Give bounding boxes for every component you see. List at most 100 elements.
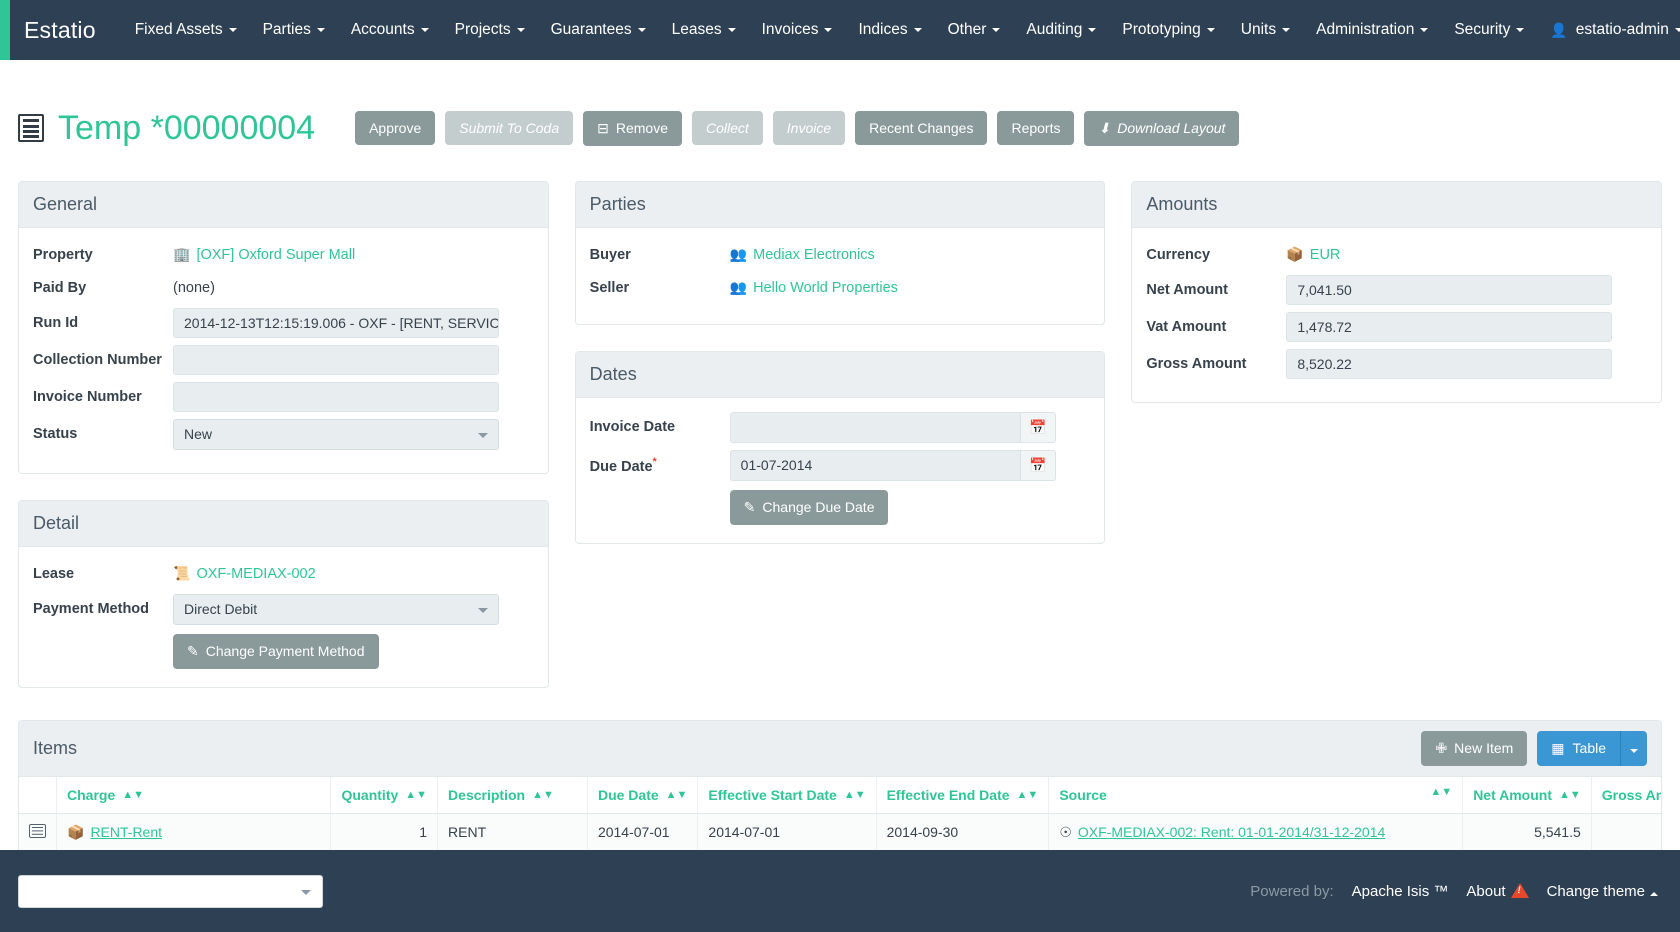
- column-header-charge[interactable]: Charge▲▼: [57, 777, 331, 814]
- page-title: Temp *00000004: [58, 109, 315, 148]
- cell-gross-amount: 6,705.22: [1591, 813, 1662, 851]
- calendar-icon[interactable]: 📅: [1020, 412, 1056, 443]
- buyer-link[interactable]: Mediax Electronics: [753, 247, 875, 263]
- invoice-date-input[interactable]: [730, 412, 1020, 443]
- sort-icon: ▲▼: [405, 790, 427, 801]
- invoice-number-input[interactable]: [173, 382, 499, 412]
- nav-item-prototyping[interactable]: Prototyping: [1109, 15, 1227, 45]
- reports-button[interactable]: Reports: [997, 111, 1074, 145]
- view-switcher: ▦ Table: [1537, 731, 1647, 766]
- payment-method-select[interactable]: Direct Debit: [173, 594, 499, 625]
- brand-logo[interactable]: Estatio: [24, 17, 96, 44]
- nav-item-security[interactable]: Security: [1441, 15, 1537, 45]
- calendar-icon[interactable]: 📅: [1020, 450, 1056, 481]
- remove-button[interactable]: ⊟ Remove: [583, 111, 682, 146]
- nav-item-label: Projects: [455, 21, 511, 39]
- table-view-button[interactable]: ▦ Table: [1537, 731, 1620, 766]
- nav-item-parties[interactable]: Parties: [250, 15, 338, 45]
- currency-value: 📦EUR: [1286, 246, 1340, 263]
- change-due-date-button[interactable]: ✎ Change Due Date: [730, 490, 889, 525]
- footer-select[interactable]: [18, 875, 323, 908]
- dates-panel-body: Invoice Date 📅 Due Date* 01-07-2014 📅: [576, 398, 1105, 543]
- due-date-input[interactable]: 01-07-2014: [730, 450, 1020, 481]
- view-switcher-dropdown-button[interactable]: [1620, 731, 1647, 766]
- items-action-group: ✙ New Item ▦ Table: [1421, 731, 1647, 766]
- column-header-quantity[interactable]: Quantity▲▼: [331, 777, 438, 814]
- nav-item-leases[interactable]: Leases: [659, 15, 749, 45]
- chevron-down-icon: [421, 28, 429, 32]
- nav-item-other[interactable]: Other: [935, 15, 1014, 45]
- chevron-down-icon: [824, 28, 832, 32]
- change-theme-group[interactable]: Change theme: [1547, 883, 1658, 900]
- nav-item-auditing[interactable]: Auditing: [1013, 15, 1109, 45]
- recent-changes-button[interactable]: Recent Changes: [855, 111, 987, 145]
- nav-item-label: Administration: [1316, 21, 1414, 39]
- field-vat-amount: Vat Amount 1,478.72: [1146, 312, 1647, 342]
- source-term-icon: ☉: [1059, 824, 1072, 840]
- row-open-cell: [19, 813, 57, 851]
- building-icon: 🏢: [173, 246, 190, 262]
- invoice-date-label: Invoice Date: [590, 419, 730, 435]
- charge-link[interactable]: RENT-Rent: [90, 824, 162, 840]
- net-amount-label: Net Amount: [1146, 282, 1286, 298]
- lease-value: 📜OXF-MEDIAX-002: [173, 565, 316, 582]
- table-row: 📦RENT-Rent 1 RENT 2014-07-01 2014-07-01 …: [19, 813, 1662, 851]
- download-layout-button[interactable]: ⬇ Download Layout: [1084, 111, 1239, 146]
- nav-item-fixed-assets[interactable]: Fixed Assets: [122, 15, 250, 45]
- submit-to-coda-button[interactable]: Submit To Coda: [445, 111, 573, 145]
- field-status: Status New: [33, 419, 534, 450]
- nav-item-units[interactable]: Units: [1228, 15, 1303, 45]
- nav-item-projects[interactable]: Projects: [442, 15, 538, 45]
- net-amount-input[interactable]: 7,041.50: [1286, 275, 1612, 305]
- column-header-effective-end-date[interactable]: Effective End Date▲▼: [876, 777, 1049, 814]
- about-link[interactable]: About: [1466, 883, 1505, 900]
- run-id-input[interactable]: 2014-12-13T12:15:19.006 - OXF - [RENT, S…: [173, 308, 499, 338]
- chevron-down-icon: [992, 28, 1000, 32]
- payment-method-label: Payment Method: [33, 601, 173, 617]
- field-collection-number: Collection Number: [33, 345, 534, 375]
- column-header-due-date[interactable]: Due Date▲▼: [587, 777, 697, 814]
- nav-item-accounts[interactable]: Accounts: [338, 15, 442, 45]
- apache-isis-link[interactable]: Apache Isis ™: [1352, 883, 1449, 900]
- nav-item-invoices[interactable]: Invoices: [749, 15, 846, 45]
- new-item-button[interactable]: ✙ New Item: [1421, 731, 1527, 766]
- lease-link[interactable]: OXF-MEDIAX-002: [196, 566, 315, 582]
- amounts-panel: Amounts Currency 📦EUR Net Amount 7,041.5…: [1131, 181, 1662, 403]
- invoice-button[interactable]: Invoice: [773, 111, 845, 145]
- approve-button[interactable]: Approve: [355, 111, 435, 145]
- source-link[interactable]: OXF-MEDIAX-002: Rent: 01-01-2014/31-12-2…: [1078, 824, 1385, 840]
- collect-button[interactable]: Collect: [692, 111, 763, 145]
- field-invoice-number: Invoice Number: [33, 382, 534, 412]
- seller-value: 👥Hello World Properties: [730, 279, 898, 296]
- collection-number-input[interactable]: [173, 345, 499, 375]
- change-payment-method-button[interactable]: ✎ Change Payment Method: [173, 634, 379, 669]
- plus-icon: ✙: [1435, 740, 1447, 757]
- footer-bar: Powered by: Apache Isis ™ About Change t…: [0, 850, 1680, 932]
- column-header-label: Gross Amount: [1602, 787, 1662, 803]
- change-theme-link[interactable]: Change theme: [1547, 883, 1645, 900]
- download-layout-label: Download Layout: [1117, 120, 1225, 136]
- status-select[interactable]: New: [173, 419, 499, 450]
- currency-link[interactable]: EUR: [1310, 247, 1341, 263]
- column-header-description[interactable]: Description▲▼: [438, 777, 588, 814]
- seller-link[interactable]: Hello World Properties: [753, 280, 898, 296]
- nav-item-guarantees[interactable]: Guarantees: [538, 15, 659, 45]
- nav-item-indices[interactable]: Indices: [845, 15, 934, 45]
- chevron-down-icon: [1207, 28, 1215, 32]
- column-header-source[interactable]: Source▲▼: [1049, 777, 1463, 814]
- chevron-down-icon: [914, 28, 922, 32]
- gross-amount-input[interactable]: 8,520.22: [1286, 349, 1612, 379]
- top-navbar: Estatio Fixed Assets Parties Accounts Pr…: [0, 0, 1680, 60]
- vat-amount-input[interactable]: 1,478.72: [1286, 312, 1612, 342]
- field-due-date: Due Date* 01-07-2014 📅: [590, 450, 1091, 481]
- nav-right-group: Security 👤estatio-admin: [1441, 15, 1680, 45]
- nav-item-user-menu[interactable]: 👤estatio-admin: [1537, 15, 1680, 45]
- property-link[interactable]: [OXF] Oxford Super Mall: [196, 247, 355, 263]
- about-group[interactable]: About: [1466, 883, 1528, 900]
- nav-user-label: estatio-admin: [1576, 21, 1669, 39]
- column-header-net-amount[interactable]: Net Amount▲▼: [1463, 777, 1592, 814]
- open-object-icon[interactable]: [29, 824, 46, 838]
- column-header-gross-amount[interactable]: Gross Amount▲▼: [1591, 777, 1662, 814]
- nav-item-administration[interactable]: Administration: [1303, 15, 1441, 45]
- column-header-effective-start-date[interactable]: Effective Start Date▲▼: [698, 777, 876, 814]
